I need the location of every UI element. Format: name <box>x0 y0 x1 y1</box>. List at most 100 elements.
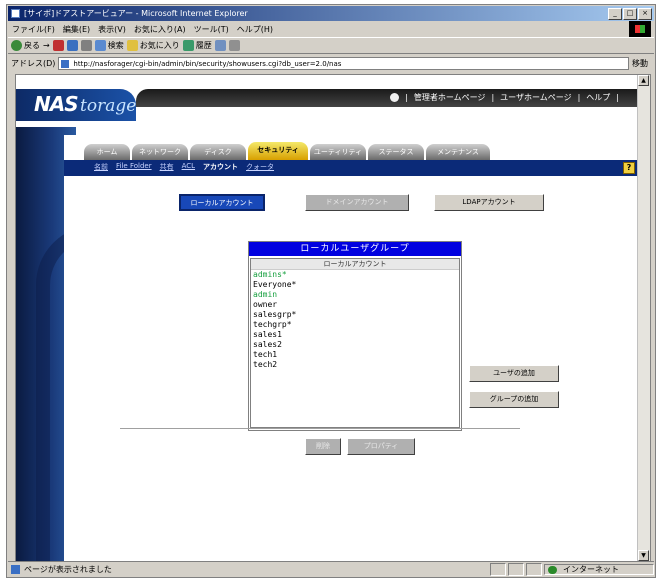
page-viewport: NAS torage | 管理者ホームページ | ユーザホームページ | ヘルプ… <box>15 74 651 562</box>
top-link-bar: | 管理者ホームページ | ユーザホームページ | ヘルプ | <box>136 89 639 107</box>
subnav-account[interactable]: アカウント <box>203 162 238 172</box>
status-message: ページが表示されました <box>8 564 490 575</box>
menu-tools[interactable]: ツール(T) <box>190 24 233 35</box>
mail-icon[interactable] <box>214 40 226 51</box>
list-item[interactable]: sales2 <box>251 340 459 350</box>
vertical-scrollbar[interactable]: ▲ ▼ <box>637 75 650 561</box>
menu-bar: ファイル(F) 編集(E) 表示(V) お気に入り(A) ツール(T) ヘルプ(… <box>8 22 654 36</box>
back-arrow-icon <box>11 40 22 51</box>
link-user-home[interactable]: ユーザホームページ <box>500 92 571 103</box>
globe-icon <box>390 93 400 102</box>
menu-favorites[interactable]: お気に入り(A) <box>130 24 190 35</box>
page-icon <box>61 60 70 68</box>
properties-button[interactable]: プロパティ <box>347 438 415 455</box>
tab-status[interactable]: ステータス <box>368 144 424 160</box>
address-input[interactable]: http://nasforager/cgi-bin/admin/bin/secu… <box>58 57 629 70</box>
list-item[interactable]: techgrp* <box>251 320 459 330</box>
search-icon <box>94 40 106 51</box>
account-list-header: ローカルアカウント <box>251 259 459 270</box>
list-item[interactable]: owner <box>251 300 459 310</box>
page-footer <box>64 516 639 561</box>
close-button[interactable]: × <box>638 8 652 20</box>
account-content: ローカルアカウント ドメインアカウント LDAPアカウント ローカルユーザグルー… <box>76 176 639 516</box>
nas-storage-logo: NAS torage <box>16 89 136 121</box>
tab-home[interactable]: ホーム <box>84 144 130 160</box>
nas-admin-page: NAS torage | 管理者ホームページ | ユーザホームページ | ヘルプ… <box>16 75 639 561</box>
forward-button[interactable]: → <box>43 41 50 50</box>
sep-3: | <box>577 93 581 102</box>
logo-nas-text: NAS <box>34 92 79 116</box>
domain-account-button[interactable]: ドメインアカウント <box>305 194 409 211</box>
window-title: [サイボ]ドアストアービュアー - Microsoft Internet Exp… <box>24 9 248 18</box>
status-cell <box>526 562 542 576</box>
go-button[interactable]: 移動 <box>632 58 654 69</box>
security-zone: インターネット <box>544 563 654 575</box>
subnav-items: 名前 File Folder 共有 ACL アカウント クォータ <box>94 162 274 172</box>
window-controls: _ □ × <box>608 8 652 20</box>
tab-network[interactable]: ネットワーク <box>132 144 188 160</box>
refresh-icon[interactable] <box>66 40 78 51</box>
menu-help[interactable]: ヘルプ(H) <box>233 24 277 35</box>
status-bar: ページが表示されました インターネット <box>8 561 654 576</box>
scroll-down-icon[interactable]: ▼ <box>638 550 649 561</box>
windows-logo-icon <box>629 21 651 37</box>
minimize-button[interactable]: _ <box>608 8 622 20</box>
list-item[interactable]: tech2 <box>251 360 459 370</box>
subnav-acl[interactable]: ACL <box>182 162 195 172</box>
subnav-name[interactable]: 名前 <box>94 162 108 172</box>
user-group-title: ローカルユーザグループ <box>249 242 461 256</box>
back-button[interactable]: 戻る <box>11 40 40 51</box>
ie-icon <box>11 9 20 18</box>
tab-security[interactable]: セキュリティ <box>248 142 308 160</box>
link-help[interactable]: ヘルプ <box>586 92 610 103</box>
subnav-share[interactable]: 共有 <box>160 162 174 172</box>
subnav-quota[interactable]: クォータ <box>246 162 274 172</box>
home-icon[interactable] <box>80 40 92 51</box>
main-tabs: ホーム ネットワーク ディスク セキュリティ ユーティリティ ステータス メンテ… <box>64 140 639 160</box>
list-item[interactable]: admin <box>251 290 459 300</box>
list-item[interactable]: sales1 <box>251 330 459 340</box>
page-done-icon <box>11 564 20 574</box>
maximize-button[interactable]: □ <box>623 8 637 20</box>
internet-zone-icon <box>548 565 557 574</box>
menu-edit[interactable]: 編集(E) <box>59 24 94 35</box>
account-listbox[interactable]: ローカルアカウント admins* Everyone* admin owner … <box>250 258 460 428</box>
ldap-account-button[interactable]: LDAPアカウント <box>434 194 544 211</box>
tab-utility[interactable]: ユーティリティ <box>310 144 366 160</box>
sep-1: | <box>405 93 408 102</box>
security-subnav: 名前 File Folder 共有 ACL アカウント クォータ ? <box>64 160 639 176</box>
title-bar: [サイボ]ドアストアービュアー - Microsoft Internet Exp… <box>8 6 654 21</box>
address-label: アドレス(D) <box>11 59 56 68</box>
menu-file[interactable]: ファイル(F) <box>8 24 59 35</box>
help-icon[interactable]: ? <box>623 162 635 174</box>
list-item[interactable]: salesgrp* <box>251 310 459 320</box>
status-cell <box>490 562 506 576</box>
history-icon <box>182 40 194 51</box>
scroll-up-icon[interactable]: ▲ <box>638 75 649 86</box>
list-item[interactable]: tech1 <box>251 350 459 360</box>
status-cell <box>508 562 524 576</box>
tab-maintenance[interactable]: メンテナンス <box>426 144 490 160</box>
stop-icon[interactable] <box>52 40 64 51</box>
toolbar: 戻る → 検索 お気に入り 履歴 <box>8 37 654 54</box>
search-button[interactable]: 検索 <box>94 40 124 51</box>
print-icon[interactable] <box>228 40 240 51</box>
history-button[interactable]: 履歴 <box>182 40 212 51</box>
subnav-file-folder[interactable]: File Folder <box>116 162 152 172</box>
list-item[interactable]: admins* <box>251 270 459 280</box>
page-header: NAS torage | 管理者ホームページ | ユーザホームページ | ヘルプ… <box>16 75 639 127</box>
address-bar: アドレス(D) http://nasforager/cgi-bin/admin/… <box>8 55 654 72</box>
add-user-button[interactable]: ユーザの追加 <box>469 365 559 382</box>
tab-disk[interactable]: ディスク <box>190 144 246 160</box>
add-group-button[interactable]: グループの追加 <box>469 391 559 408</box>
sep-4: | <box>616 93 619 102</box>
content-divider <box>120 428 520 429</box>
list-item[interactable]: Everyone* <box>251 280 459 290</box>
browser-window: [サイボ]ドアストアービュアー - Microsoft Internet Exp… <box>6 4 656 578</box>
delete-button[interactable]: 削除 <box>305 438 341 455</box>
local-account-button[interactable]: ローカルアカウント <box>179 194 265 211</box>
link-admin-home[interactable]: 管理者ホームページ <box>414 92 486 103</box>
favorites-button[interactable]: お気に入り <box>126 40 180 51</box>
menu-view[interactable]: 表示(V) <box>94 24 130 35</box>
top-links: | 管理者ホームページ | ユーザホームページ | ヘルプ | <box>390 92 619 103</box>
